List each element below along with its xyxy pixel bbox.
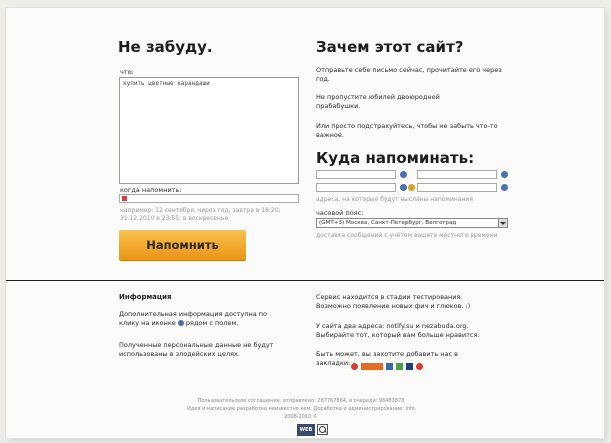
info-icon[interactable]	[501, 184, 508, 191]
footer-line-3: 2008-2010 ©	[284, 414, 318, 420]
why-para-1: Отправьте себе письмо сейчас, прочитайте…	[316, 66, 502, 83]
calendar-icon[interactable]	[122, 196, 127, 201]
when-input[interactable]	[119, 194, 299, 203]
where-title: Куда напоминать:	[316, 149, 475, 167]
timezone-select[interactable]: (GMT+3) Москва, Санкт-Петербург, Волгогр…	[316, 218, 508, 228]
why-para-2: Не пропустите юбилей двоюродной прабабуш…	[316, 93, 440, 110]
info-icon[interactable]	[501, 171, 508, 178]
bookmark-icon[interactable]	[416, 363, 423, 370]
service-para-1: Сервис находится в стадии тестирования. …	[316, 293, 471, 310]
email-field-4[interactable]	[417, 183, 497, 192]
timezone-hint: доставка сообщений с учётом вашего местн…	[316, 232, 498, 239]
page-sheet: Не забуду. что: купить цветные карандаши…	[6, 8, 604, 438]
email-field-2[interactable]	[417, 170, 497, 179]
what-label: что:	[120, 68, 134, 76]
info-para-1: Дополнительная информация доступна по кл…	[119, 310, 267, 327]
why-title: Зачем этот сайт?	[316, 38, 464, 56]
timezone-label: часовой пояс:	[316, 209, 364, 217]
service-para-2: У сайта два адреса: notify.su и neza​bud…	[316, 322, 480, 339]
info-icon[interactable]	[400, 171, 407, 178]
what-textarea[interactable]: купить цветные карандаши	[119, 77, 299, 184]
info-heading: Информация	[119, 293, 172, 301]
remind-button[interactable]: Напомнить	[119, 230, 246, 260]
bookmark-icon[interactable]	[406, 363, 413, 370]
add-icon[interactable]	[408, 184, 415, 191]
bookmark-icon[interactable]	[396, 363, 403, 370]
section-divider	[6, 280, 604, 281]
timezone-value: (GMT+3) Москва, Санкт-Петербург, Волгогр…	[319, 220, 457, 226]
what-value: купить цветные карандаши	[123, 80, 210, 87]
form-title: Не забуду.	[118, 38, 213, 56]
address-hint: адреса, на которые будут высланы напомин…	[316, 196, 473, 203]
site-logo[interactable]: WEB	[297, 424, 315, 436]
email-field-3[interactable]	[316, 183, 396, 192]
search-icon[interactable]	[317, 424, 328, 435]
footer-line-2: Идея и написание разработка неизвестно к…	[187, 406, 415, 412]
chevron-down-icon[interactable]	[498, 219, 507, 227]
email-field-1[interactable]	[316, 170, 396, 179]
bookmark-icon[interactable]	[386, 363, 393, 370]
bookmark-icon[interactable]	[361, 363, 383, 370]
when-hint: например: 12 сентября; через год; завтра…	[120, 207, 281, 222]
info-icon	[177, 320, 184, 326]
why-para-3: Или просто подстрахуйтесь, чтобы не забы…	[316, 122, 498, 139]
bookmark-icon[interactable]	[351, 363, 358, 370]
footer-line-1: Пользовательское соглашение, отправлено:…	[197, 398, 405, 404]
when-label: когда напомнить:	[120, 186, 182, 194]
bookmark-icons	[351, 363, 431, 370]
info-icon[interactable]	[400, 184, 407, 191]
info-para-2: Полученные персональные данные не будут …	[119, 341, 274, 358]
